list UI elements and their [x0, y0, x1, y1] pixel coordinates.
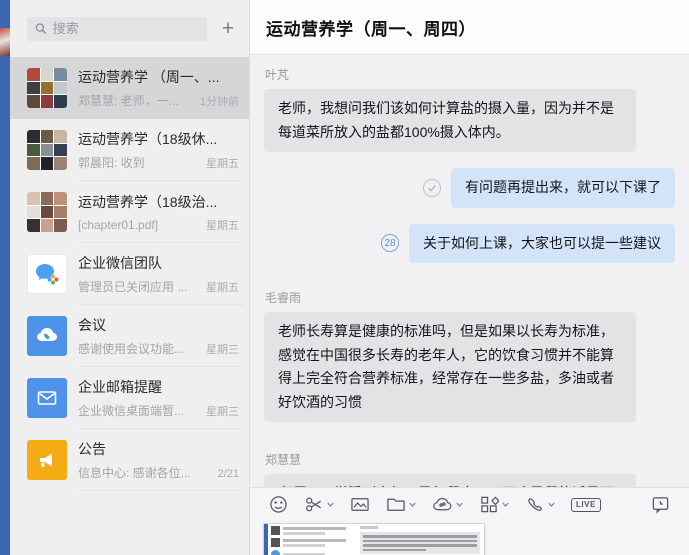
- conversation-item-meeting[interactable]: 会议 感谢使用会议功能... 星期三: [10, 305, 249, 367]
- chevron-down-icon: [327, 502, 334, 507]
- conversation-time: 星期五: [206, 279, 239, 295]
- emoji-icon: [269, 495, 288, 514]
- phone-icon: [525, 495, 545, 514]
- chat-history-icon: [651, 495, 670, 514]
- message-bubble[interactable]: 老师，一觉睡到中午，早午餐合一，不吃早餐的话是不是有肥胖风险？: [264, 474, 636, 487]
- conversation-time: 星期三: [206, 341, 239, 357]
- pasted-screenshot-preview[interactable]: [263, 523, 485, 555]
- chat-panel: 运动营养学（周一、周四） 叶芃 老师，我想问我们该如何计算盐的摄入量，因为并不是…: [250, 0, 689, 555]
- screenshot-button[interactable]: [300, 495, 338, 514]
- scissors-icon: [304, 495, 324, 514]
- read-status-check-icon[interactable]: [423, 179, 441, 197]
- composer-toolbar: LIVE: [250, 488, 689, 521]
- conversation-time: 星期三: [206, 403, 239, 419]
- workspace-avatar[interactable]: [0, 28, 10, 56]
- composer-panel: LIVE: [250, 487, 689, 555]
- meeting-cloud-icon: [27, 316, 67, 356]
- chat-title: 运动营养学（周一、周四）: [266, 15, 476, 40]
- chat-header: 运动营养学（周一、周四）: [250, 0, 689, 55]
- message-group-incoming: 郑慧慧 老师，一觉睡到中午，早午餐合一，不吃早餐的话是不是有肥胖风险？: [264, 451, 675, 487]
- message-history[interactable]: 叶芃 老师，我想问我们该如何计算盐的摄入量，因为并不是每道菜所放入的盐都100%…: [250, 55, 689, 487]
- folder-icon: [386, 495, 406, 514]
- conversation-title: 运动营养学 （周一、...: [78, 67, 239, 87]
- mail-icon: [27, 378, 67, 418]
- conversation-title: 企业邮箱提醒: [78, 377, 239, 397]
- chevron-down-icon: [502, 502, 509, 507]
- add-button[interactable]: +: [217, 18, 239, 40]
- message-bubble[interactable]: 老师，我想问我们该如何计算盐的摄入量，因为并不是每道菜所放入的盐都100%摄入体…: [264, 89, 636, 152]
- conversation-preview: 郭晨阳: 收到: [78, 154, 198, 171]
- apps-button[interactable]: [475, 495, 513, 514]
- conversation-preview: 企业微信桌面端暂...: [78, 402, 198, 419]
- chevron-down-icon: [548, 502, 555, 507]
- image-icon: [350, 495, 370, 514]
- conversation-preview: 感谢使用会议功能...: [78, 340, 198, 357]
- group-avatar: [27, 192, 67, 232]
- conversation-title: 运动营养学（18级治...: [78, 192, 239, 212]
- search-box[interactable]: [27, 17, 207, 41]
- group-avatar: [27, 130, 67, 170]
- conversation-preview: [chapter01.pdf]: [78, 218, 198, 232]
- conversation-title: 企业微信团队: [78, 253, 239, 273]
- message-bubble[interactable]: 关于如何上课，大家也可以提一些建议: [409, 224, 675, 264]
- conversation-title: 公告: [78, 439, 239, 459]
- message-sender: 毛睿雨: [265, 289, 675, 306]
- conversation-title: 会议: [78, 315, 239, 335]
- apps-grid-icon: [479, 495, 499, 514]
- message-sender: 叶芃: [265, 66, 675, 83]
- cloud-disk-button[interactable]: [428, 495, 467, 514]
- conversation-list: 运动营养学 （周一、... 郑慧慧: 老师，一... 1分钟前 运动营养学（18…: [10, 57, 249, 555]
- call-button[interactable]: [521, 495, 559, 514]
- conversation-item-announcement[interactable]: 公告 信息中心: 感谢各位... 2/21: [10, 429, 249, 491]
- group-avatar: [27, 68, 67, 108]
- conversation-time: 2/21: [218, 468, 239, 480]
- cloud-disk-icon: [432, 495, 453, 514]
- conversation-item-sports-nutrition-18-therapy[interactable]: 运动营养学（18级治... [chapter01.pdf] 星期五: [10, 181, 249, 243]
- sidebar-search-row: +: [10, 0, 249, 57]
- conversation-sidebar: + 运动营养学 （周一、... 郑慧慧: 老师，一... 1分钟前 运动营养学（…: [10, 0, 250, 555]
- message-bubble[interactable]: 老师长寿算是健康的标准吗，但是如果以长寿为标准，感觉在中国很多长寿的老年人，它的…: [264, 312, 636, 422]
- chevron-down-icon: [456, 502, 463, 507]
- message-bubble[interactable]: 有问题再提出来，就可以下课了: [451, 168, 675, 208]
- conversation-preview: 郑慧慧: 老师，一...: [78, 92, 192, 109]
- message-group-incoming: 叶芃 老师，我想问我们该如何计算盐的摄入量，因为并不是每道菜所放入的盐都100%…: [264, 66, 675, 168]
- conversation-item-wecom-team[interactable]: 企业微信团队 管理员已关闭应用 ... 星期五: [10, 243, 249, 305]
- message-row-outgoing: 28 关于如何上课，大家也可以提一些建议: [264, 224, 675, 264]
- conversation-title: 运动营养学（18级休...: [78, 129, 239, 149]
- message-sender: 郑慧慧: [265, 451, 675, 468]
- image-button[interactable]: [346, 495, 374, 514]
- conversation-item-sports-nutrition-mon-thu[interactable]: 运动营养学 （周一、... 郑慧慧: 老师，一... 1分钟前: [10, 57, 249, 119]
- live-icon: LIVE: [571, 498, 601, 512]
- conversation-preview: 信息中心: 感谢各位...: [78, 464, 210, 481]
- conversation-time: 星期五: [206, 155, 239, 171]
- conversation-time: 星期五: [206, 217, 239, 233]
- conversation-item-sports-nutrition-18-leisure[interactable]: 运动营养学（18级休... 郭晨阳: 收到 星期五: [10, 119, 249, 181]
- live-button[interactable]: LIVE: [567, 498, 605, 512]
- search-input[interactable]: [53, 21, 199, 36]
- file-button[interactable]: [382, 495, 420, 514]
- chevron-down-icon: [409, 502, 416, 507]
- chat-history-button[interactable]: [647, 495, 674, 514]
- message-input-area[interactable]: [250, 521, 689, 555]
- conversation-time: 1分钟前: [200, 93, 239, 109]
- message-row-outgoing: 有问题再提出来，就可以下课了: [264, 168, 675, 208]
- conversation-item-mail-reminder[interactable]: 企业邮箱提醒 企业微信桌面端暂... 星期三: [10, 367, 249, 429]
- wecom-logo-icon: [27, 254, 67, 294]
- search-icon: [35, 22, 47, 35]
- unread-count-badge[interactable]: 28: [381, 234, 399, 252]
- app-nav-rail: [0, 0, 10, 555]
- emoji-button[interactable]: [265, 495, 292, 514]
- announcement-megaphone-icon: [27, 440, 67, 480]
- message-group-incoming: 毛睿雨 老师长寿算是健康的标准吗，但是如果以长寿为标准，感觉在中国很多长寿的老年…: [264, 289, 675, 448]
- conversation-preview: 管理员已关闭应用 ...: [78, 278, 198, 295]
